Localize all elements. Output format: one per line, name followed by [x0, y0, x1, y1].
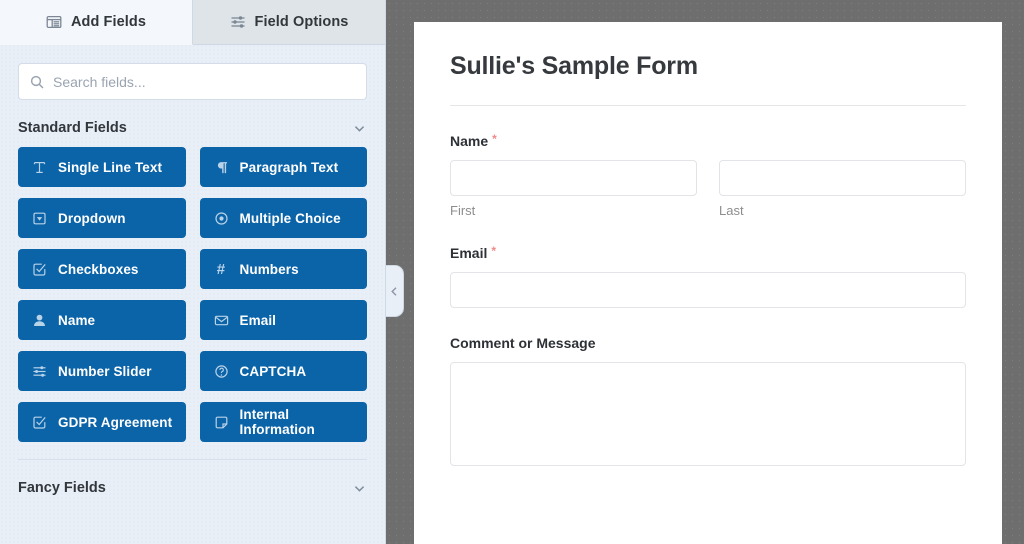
field-button-label: Single Line Text	[58, 159, 163, 175]
search-input[interactable]	[53, 73, 366, 90]
form-title: Sullie's Sample Form	[450, 52, 966, 106]
add-fields-sidebar: Add Fields Field Options Search fields..…	[0, 0, 386, 544]
preview-field-comment[interactable]: Comment or Message	[450, 308, 966, 466]
text-t-icon	[32, 160, 47, 175]
radio-circle-icon	[214, 211, 229, 226]
preview-field-email[interactable]: Email *	[450, 218, 966, 308]
name-first-sublabel: First	[450, 203, 476, 218]
dropdown-caret-icon	[32, 211, 47, 226]
tab-field-options[interactable]: Field Options	[193, 0, 385, 45]
name-last-sublabel: Last	[719, 203, 744, 218]
form-preview-stage: Sullie's Sample Form Name * First Last E…	[386, 0, 1024, 544]
field-button-label: Number Slider	[58, 363, 152, 379]
field-button-name[interactable]: Name	[18, 300, 186, 340]
name-last-input[interactable]	[719, 160, 966, 196]
chevron-left-icon	[389, 286, 400, 297]
preview-field-email-label-text: Email	[450, 245, 488, 261]
chevron-down-icon[interactable]	[352, 121, 367, 136]
user-icon	[32, 313, 47, 328]
field-button-numbers[interactable]: # Numbers	[199, 249, 367, 289]
field-button-label: Numbers	[239, 261, 299, 277]
chevron-down-icon[interactable]	[352, 481, 367, 496]
field-button-label: Paragraph Text	[239, 159, 339, 175]
preview-field-comment-label-text: Comment or Message	[450, 335, 596, 351]
question-circle-icon	[214, 364, 229, 379]
group-header-standard-fields[interactable]: Standard Fields	[0, 109, 385, 147]
field-button-label: GDPR Agreement	[58, 414, 173, 430]
sidebar-tabs: Add Fields Field Options	[0, 0, 385, 45]
email-input[interactable]	[450, 272, 966, 308]
preview-field-name[interactable]: Name * First Last	[450, 106, 966, 218]
group-divider	[18, 459, 367, 460]
name-first-input[interactable]	[450, 160, 697, 196]
name-last-column: Last	[719, 160, 966, 218]
group-title-standard-fields: Standard Fields	[18, 120, 127, 136]
name-subfield-row: First Last	[450, 160, 966, 218]
pilcrow-icon	[214, 160, 229, 175]
name-first-column: First	[450, 160, 697, 218]
field-button-dropdown[interactable]: Dropdown	[18, 198, 186, 238]
checkbox-check-icon	[32, 415, 47, 430]
form-preview-card: Sullie's Sample Form Name * First Last E…	[414, 22, 1002, 544]
comment-textarea[interactable]	[450, 362, 966, 466]
field-button-label: Multiple Choice	[239, 210, 341, 226]
required-marker: *	[491, 244, 497, 258]
required-marker: *	[492, 132, 497, 146]
add-fields-icon	[46, 14, 62, 30]
field-button-label: Checkboxes	[58, 261, 139, 277]
standard-fields-grid: Single Line Text Paragraph Text Dropdown…	[0, 147, 385, 442]
field-button-internal-information[interactable]: Internal Information	[199, 402, 367, 442]
preview-field-email-label: Email *	[450, 244, 966, 261]
tab-add-fields-label: Add Fields	[70, 14, 147, 30]
field-button-email[interactable]: Email	[199, 300, 367, 340]
search-box[interactable]	[18, 63, 367, 100]
field-button-gdpr-agreement[interactable]: GDPR Agreement	[18, 402, 186, 442]
field-button-paragraph-text[interactable]: Paragraph Text	[199, 147, 367, 187]
collapse-panel-handle[interactable]	[386, 265, 404, 317]
field-button-label: CAPTCHA	[239, 363, 307, 379]
field-button-label: Name	[58, 312, 96, 328]
field-button-single-line-text[interactable]: Single Line Text	[18, 147, 186, 187]
group-header-fancy-fields[interactable]: Fancy Fields	[0, 469, 385, 507]
checkbox-check-icon	[32, 262, 47, 277]
envelope-icon	[214, 313, 229, 328]
preview-field-name-label-text: Name	[450, 133, 489, 149]
field-button-label: Email	[239, 312, 277, 328]
sliders-icon	[230, 14, 246, 30]
field-button-label: Dropdown	[58, 210, 126, 226]
group-title-fancy-fields: Fancy Fields	[18, 480, 106, 496]
field-button-label: Internal Information	[239, 407, 315, 437]
hash-icon: #	[216, 260, 226, 278]
field-button-captcha[interactable]: CAPTCHA	[199, 351, 367, 391]
preview-field-comment-label: Comment or Message	[450, 335, 966, 351]
tab-add-fields[interactable]: Add Fields	[0, 0, 193, 45]
field-button-checkboxes[interactable]: Checkboxes	[18, 249, 186, 289]
search-fields-container	[0, 45, 385, 100]
form-builder-app: Add Fields Field Options Search fields..…	[0, 0, 1024, 544]
field-button-multiple-choice[interactable]: Multiple Choice	[199, 198, 367, 238]
field-button-number-slider[interactable]: Number Slider	[18, 351, 186, 391]
sliders-icon	[32, 364, 47, 379]
preview-field-name-label: Name *	[450, 132, 966, 149]
search-icon	[30, 75, 44, 89]
tab-field-options-label: Field Options	[254, 14, 349, 30]
note-page-icon	[214, 415, 229, 430]
